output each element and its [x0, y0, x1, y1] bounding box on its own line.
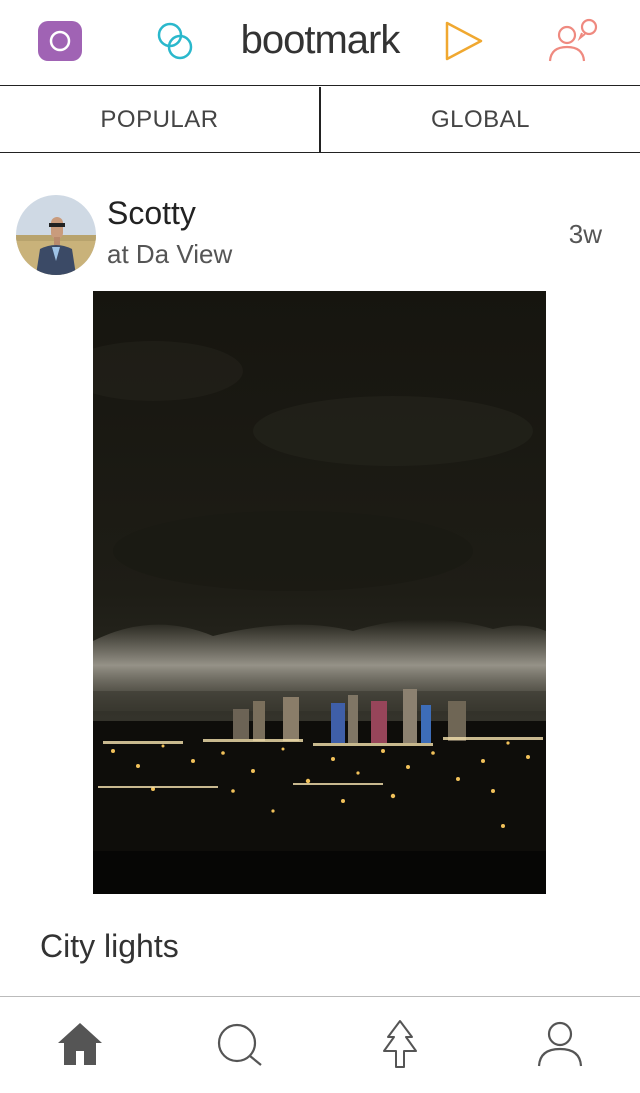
circles-button[interactable]: [152, 20, 198, 66]
post-username[interactable]: Scotty: [107, 195, 196, 232]
nav-explore[interactable]: [375, 1019, 425, 1074]
logo-text: bootmark: [240, 18, 401, 62]
tab-popular[interactable]: POPULAR: [0, 87, 319, 152]
play-icon: [440, 18, 486, 69]
home-icon: [56, 1021, 104, 1072]
tab-global[interactable]: GLOBAL: [319, 87, 640, 152]
circles-icon: [152, 18, 198, 69]
post-caption: City lights: [40, 928, 179, 964]
feed-tabs: POPULAR GLOBAL: [0, 87, 640, 153]
social-button[interactable]: [548, 18, 598, 66]
tree-icon: [380, 1019, 420, 1074]
bottom-nav: [0, 996, 640, 1093]
top-bar: bootmark: [0, 0, 640, 86]
record-button[interactable]: [37, 20, 83, 66]
post-time: 3w: [568, 219, 602, 249]
app-logo: bootmark: [0, 18, 640, 63]
play-button[interactable]: [440, 20, 486, 66]
post-location[interactable]: at Da View: [107, 239, 232, 270]
profile-icon: [536, 1020, 584, 1073]
post-header: Scotty at Da View 3w: [0, 153, 640, 291]
nav-profile[interactable]: [535, 1021, 585, 1071]
people-chat-icon: [547, 17, 603, 70]
nav-home[interactable]: [55, 1021, 105, 1071]
post-photo[interactable]: [93, 291, 546, 894]
avatar[interactable]: [16, 195, 96, 275]
search-icon: [215, 1021, 265, 1072]
nav-search[interactable]: [215, 1021, 265, 1071]
record-icon: [37, 20, 83, 67]
